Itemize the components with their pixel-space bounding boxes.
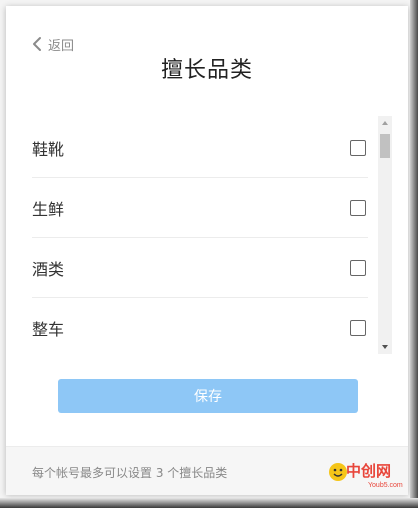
category-checkbox[interactable] [350, 319, 366, 336]
window-frame: 返回 擅长品类 鞋靴 生鲜 酒类 整车 保存 每个帐号最多可以设置 3 个擅长品… [0, 0, 418, 508]
watermark-text: 中创网 [346, 462, 392, 480]
list-item[interactable]: 酒类 [32, 238, 368, 298]
category-label: 整车 [32, 319, 65, 339]
save-button[interactable]: 保存 [58, 379, 358, 413]
scrollbar-thumb[interactable] [380, 134, 390, 158]
chevron-left-icon [33, 37, 41, 51]
category-checkbox[interactable] [350, 199, 366, 216]
back-label: 返回 [48, 38, 75, 54]
watermark-subtext: Youb5.com [368, 482, 403, 489]
list-item[interactable]: 整车 [32, 298, 368, 350]
category-label: 酒类 [32, 259, 65, 279]
back-button[interactable]: 返回 [32, 34, 74, 54]
category-list: 鞋靴 生鲜 酒类 整车 [32, 118, 368, 350]
page-title: 擅长品类 [160, 58, 253, 83]
scroll-up-arrow-icon[interactable] [378, 116, 392, 130]
list-item[interactable]: 生鲜 [32, 178, 368, 238]
category-dialog: 返回 擅长品类 鞋靴 生鲜 酒类 整车 保存 每个帐号最多可以设置 3 个擅长品… [6, 6, 408, 495]
list-item[interactable]: 鞋靴 [32, 118, 368, 178]
list-scrollbar[interactable] [378, 116, 392, 354]
scroll-down-arrow-icon[interactable] [378, 340, 392, 354]
category-checkbox[interactable] [350, 259, 366, 276]
smiley-logo-icon [329, 463, 347, 481]
watermark-logo: 中创网 Youb5.com [328, 458, 414, 498]
category-label: 生鲜 [32, 199, 65, 219]
category-label: 鞋靴 [32, 139, 65, 159]
bottom-edge-shadow [0, 498, 418, 508]
right-edge-shadow [410, 0, 418, 508]
footer-note: 每个帐号最多可以设置 3 个擅长品类 [32, 466, 228, 480]
category-checkbox[interactable] [350, 139, 366, 156]
